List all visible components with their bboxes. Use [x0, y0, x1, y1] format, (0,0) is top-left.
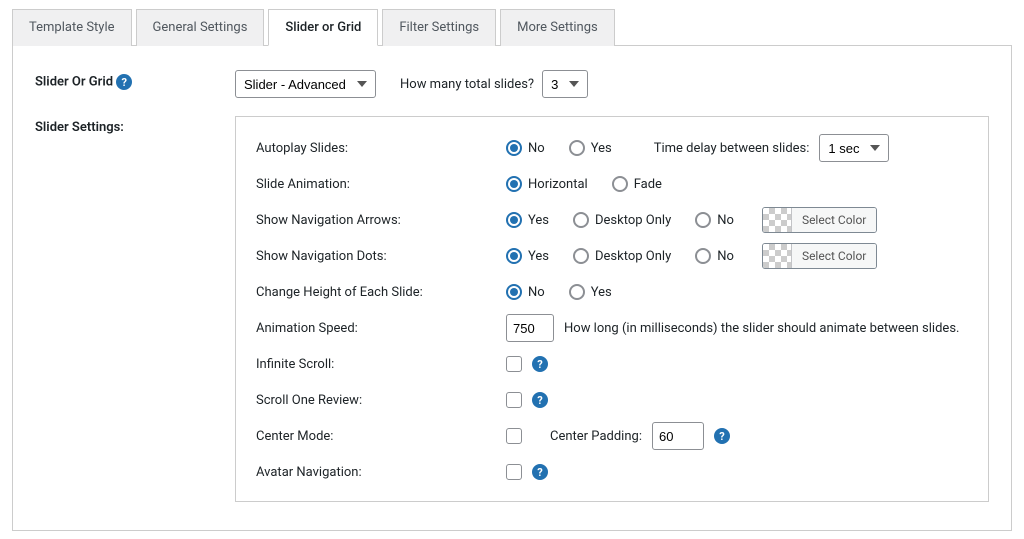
tab-general-settings[interactable]: General Settings [136, 9, 265, 46]
slider-or-grid-select[interactable]: Slider - Advanced [235, 70, 376, 98]
animation-speed-hint: How long (in milliseconds) the slider sh… [564, 321, 959, 336]
help-icon[interactable]: ? [532, 356, 548, 372]
help-icon[interactable]: ? [532, 464, 548, 480]
help-icon[interactable]: ? [532, 392, 548, 408]
autoplay-label: Autoplay Slides: [256, 141, 506, 156]
total-slides-select[interactable]: 3 [542, 70, 588, 98]
infinite-scroll-label: Infinite Scroll: [256, 357, 506, 372]
autoplay-no-radio[interactable]: No [506, 140, 545, 156]
delay-label: Time delay between slides: [654, 141, 810, 156]
tabs-bar: Template Style General Settings Slider o… [12, 8, 1012, 46]
autoplay-yes-radio[interactable]: Yes [569, 140, 612, 156]
scroll-one-review-checkbox[interactable] [506, 392, 522, 408]
center-mode-checkbox[interactable] [506, 428, 522, 444]
nav-arrows-desktop-radio[interactable]: Desktop Only [573, 212, 671, 228]
animation-speed-label: Animation Speed: [256, 321, 506, 336]
nav-arrows-yes-radio[interactable]: Yes [506, 212, 549, 228]
nav-dots-no-radio[interactable]: No [695, 248, 734, 264]
change-height-yes-radio[interactable]: Yes [569, 284, 612, 300]
nav-dots-yes-radio[interactable]: Yes [506, 248, 549, 264]
avatar-navigation-label: Avatar Navigation: [256, 465, 506, 480]
nav-arrows-color-picker[interactable]: Select Color [762, 207, 877, 233]
center-padding-label: Center Padding: [550, 429, 642, 444]
help-icon[interactable]: ? [714, 428, 730, 444]
nav-dots-desktop-radio[interactable]: Desktop Only [573, 248, 671, 264]
scroll-one-review-label: Scroll One Review: [256, 393, 506, 408]
change-height-no-radio[interactable]: No [506, 284, 545, 300]
center-padding-input[interactable] [652, 422, 704, 450]
checker-icon [763, 208, 791, 232]
nav-dots-color-picker[interactable]: Select Color [762, 243, 877, 269]
nav-dots-label: Show Navigation Dots: [256, 249, 506, 264]
tab-slider-or-grid[interactable]: Slider or Grid [268, 9, 378, 46]
center-mode-label: Center Mode: [256, 429, 506, 444]
nav-arrows-label: Show Navigation Arrows: [256, 213, 506, 228]
slider-or-grid-label: Slider Or Grid ? [35, 70, 235, 90]
tab-content: Slider Or Grid ? Slider - Advanced How m… [12, 46, 1012, 531]
slider-settings-label: Slider Settings: [35, 116, 235, 135]
total-slides-label: How many total slides? [400, 77, 534, 92]
nav-arrows-no-radio[interactable]: No [695, 212, 734, 228]
infinite-scroll-checkbox[interactable] [506, 356, 522, 372]
animation-fade-radio[interactable]: Fade [612, 176, 662, 192]
tab-more-settings[interactable]: More Settings [500, 9, 615, 46]
animation-horizontal-radio[interactable]: Horizontal [506, 176, 588, 192]
tab-filter-settings[interactable]: Filter Settings [382, 9, 496, 46]
slider-settings-box: Autoplay Slides: No Yes Time delay betwe… [235, 116, 989, 502]
checker-icon [763, 244, 791, 268]
change-height-label: Change Height of Each Slide: [256, 285, 506, 300]
avatar-navigation-checkbox[interactable] [506, 464, 522, 480]
help-icon[interactable]: ? [116, 74, 132, 90]
tab-template-style[interactable]: Template Style [12, 9, 132, 46]
animation-label: Slide Animation: [256, 177, 506, 192]
animation-speed-input[interactable] [506, 314, 554, 342]
delay-select[interactable]: 1 sec [819, 134, 889, 162]
